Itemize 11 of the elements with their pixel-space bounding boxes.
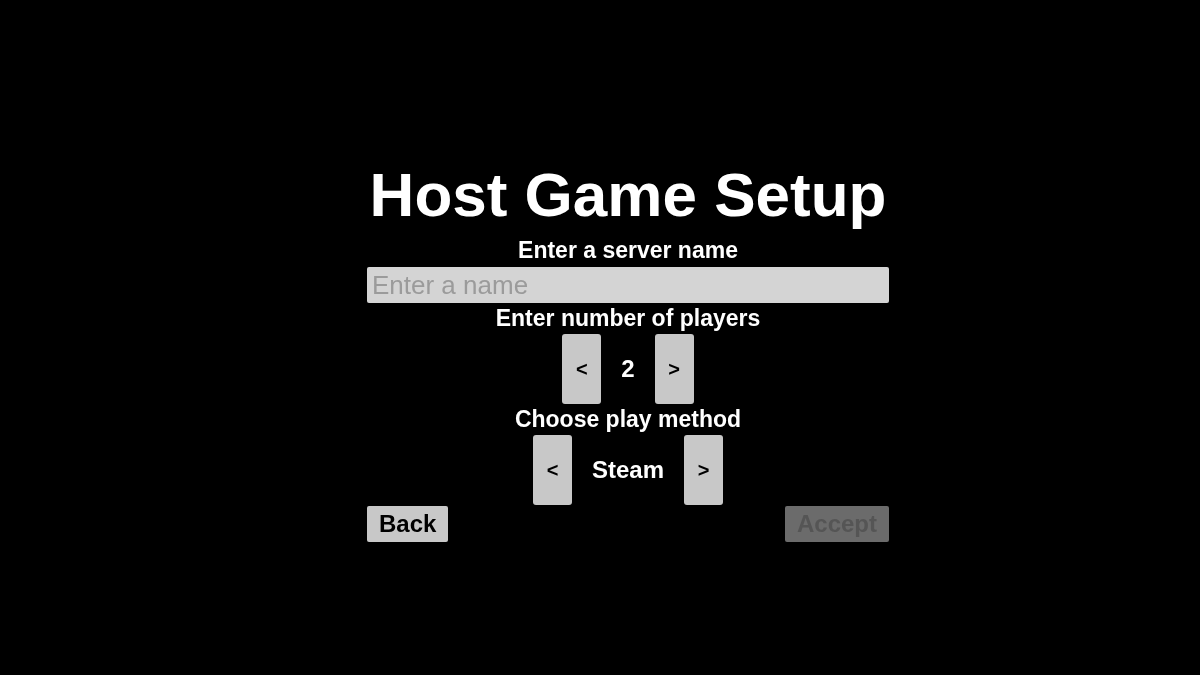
server-name-field[interactable]: Enter a name [367,267,889,303]
field-label: Enter a server name [518,236,738,264]
player-count: 2 [620,355,636,383]
previous-button[interactable]: < [532,435,572,505]
back-button[interactable]: Back [367,506,449,542]
play-method-value: Steam [590,456,665,484]
field-label: Enter number of players [495,304,761,332]
previous-button[interactable]: < [562,334,602,404]
next-button[interactable]: > [654,334,694,404]
field-label: Choose play method [514,405,742,433]
next-button[interactable]: > [684,435,723,505]
